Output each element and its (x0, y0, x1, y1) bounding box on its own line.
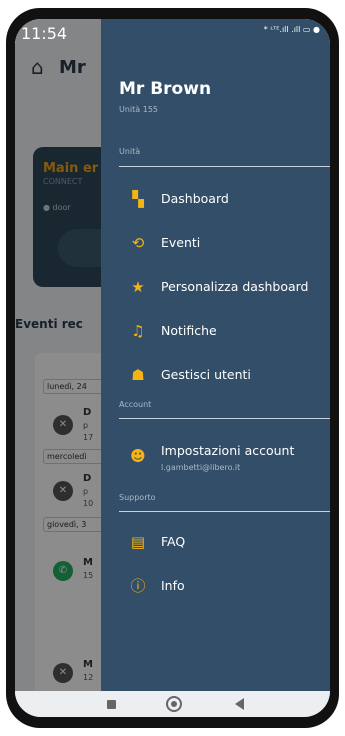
divider (119, 511, 330, 512)
status-time: 11:54 (21, 24, 68, 43)
menu-item-eventi[interactable]: ⟲ Eventi (101, 227, 330, 261)
menu-item-label: Dashboard (161, 191, 229, 206)
menu-item-label: Notifiche (161, 323, 217, 338)
back-icon[interactable] (235, 698, 244, 710)
info-icon: ⓘ (130, 577, 146, 595)
bell-icon: ♫ (131, 322, 145, 340)
menu-item-label: Impostazioni account (161, 443, 295, 458)
divider (119, 418, 330, 419)
divider (119, 166, 330, 167)
screen: ⌂ Mr Main er CONNECT ● door L Eventi rec… (15, 19, 330, 717)
system-navigation-bar (15, 691, 330, 717)
menu-item-gestisci-utenti[interactable]: ☗ Gestisci utenti (101, 359, 330, 393)
menu-item-info[interactable]: ⓘ Info (101, 570, 330, 604)
navigation-drawer: * ᴸᵀᴱ.ıll .ıll ▭ ● Mr Brown Unità 155 Un… (101, 19, 330, 717)
history-icon: ⟲ (131, 234, 145, 252)
menu-item-label: Personalizza dashboard (161, 279, 309, 294)
section-label-account: Account (119, 400, 152, 409)
menu-item-label: Eventi (161, 235, 201, 250)
home-icon[interactable] (166, 696, 182, 712)
menu-item-dashboard[interactable]: ▚ Dashboard (101, 183, 330, 217)
user-name: Mr Brown (119, 79, 212, 99)
account-email: l.gambetti@libero.it (161, 463, 241, 472)
dashboard-icon: ▚ (132, 190, 144, 208)
menu-item-impostazioni-account[interactable]: ☻ Impostazioni account l.gambetti@libero… (101, 435, 330, 479)
menu-item-label: Gestisci utenti (161, 367, 251, 382)
menu-item-faq[interactable]: ▤ FAQ (101, 526, 330, 560)
menu-item-personalizza-dashboard[interactable]: ★ Personalizza dashboard (101, 271, 330, 305)
menu-item-label: Info (161, 578, 185, 593)
users-icon: ☗ (131, 366, 145, 384)
chat-icon: ▤ (130, 533, 146, 551)
section-label-unita: Unità (119, 147, 141, 156)
status-icons: * ᴸᵀᴱ.ıll .ıll ▭ ● (263, 25, 320, 34)
phone-frame: ⌂ Mr Main er CONNECT ● door L Eventi rec… (6, 8, 339, 728)
menu-item-notifiche[interactable]: ♫ Notifiche (101, 315, 330, 349)
account-icon: ☻ (130, 447, 146, 465)
star-icon: ★ (131, 278, 145, 296)
unit-label: Unità 155 (119, 105, 158, 114)
section-label-supporto: Supporto (119, 493, 156, 502)
menu-item-label: FAQ (161, 534, 186, 549)
recents-icon[interactable] (107, 700, 116, 709)
